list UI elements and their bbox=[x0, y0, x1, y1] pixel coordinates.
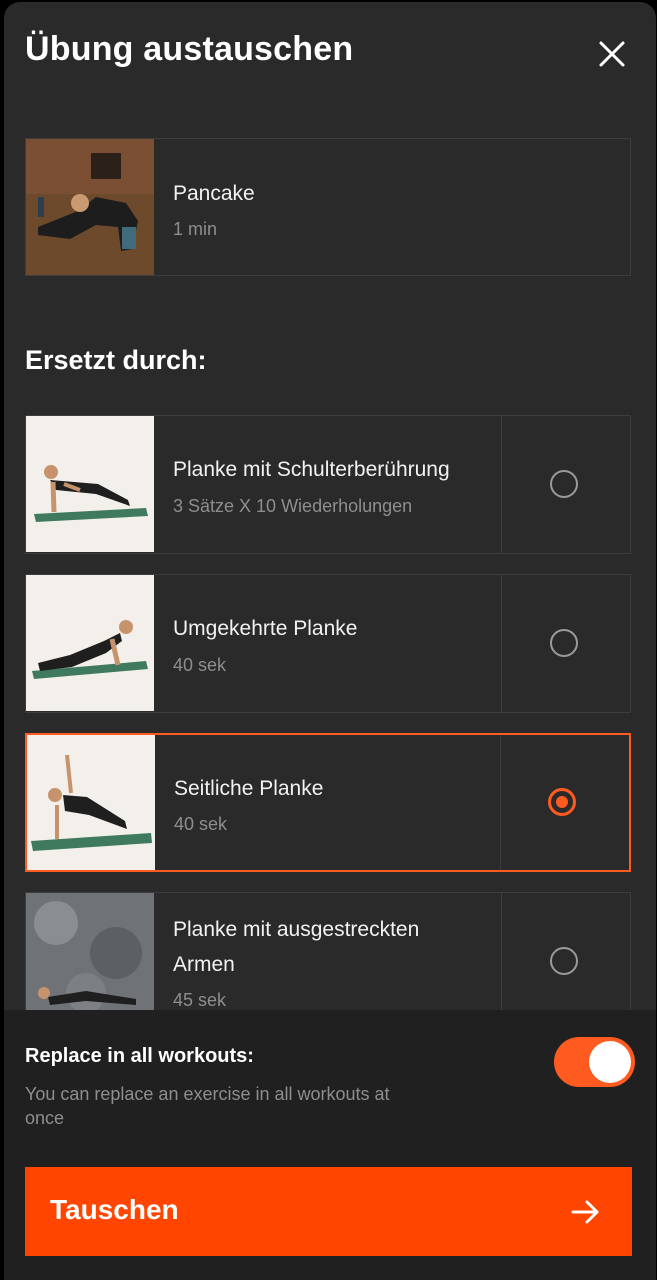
exercise-option-title-line2: Armen bbox=[173, 953, 235, 976]
exercise-option-title: Planke mit ausgestreckten bbox=[173, 918, 420, 941]
radio-cell bbox=[501, 416, 630, 553]
bottom-panel: Replace in all workouts: You can replace… bbox=[4, 1010, 656, 1280]
radio-button[interactable] bbox=[550, 629, 578, 657]
replace-all-toggle[interactable] bbox=[554, 1037, 635, 1087]
exercise-option[interactable]: Umgekehrte Planke 40 sek bbox=[25, 574, 631, 713]
exercise-option-title: Planke mit Schulterberührung bbox=[173, 458, 450, 481]
exercise-option-detail: 3 Sätze X 10 Wiederholungen bbox=[173, 496, 413, 516]
exercise-thumbnail bbox=[26, 575, 154, 711]
exercise-option-title: Umgekehrte Planke bbox=[173, 617, 358, 640]
radio-button-checked[interactable] bbox=[548, 788, 576, 816]
arrow-right-icon bbox=[571, 1200, 599, 1224]
exercise-option-detail: 45 sek bbox=[173, 990, 227, 1010]
exercise-option-title: Seitliche Planke bbox=[174, 777, 324, 800]
replace-all-title: Replace in all workouts: bbox=[25, 1045, 254, 1067]
exercise-option[interactable]: Planke mit Schulterberührung 3 Sätze X 1… bbox=[25, 415, 631, 554]
radio-cell bbox=[501, 575, 630, 712]
sheet-title: Übung austauschen bbox=[25, 30, 354, 68]
radio-button[interactable] bbox=[550, 470, 578, 498]
close-icon[interactable] bbox=[592, 34, 632, 74]
toggle-knob bbox=[589, 1041, 631, 1083]
radio-cell bbox=[500, 735, 629, 870]
exercise-option-detail: 40 sek bbox=[173, 655, 227, 675]
swap-button[interactable]: Tauschen bbox=[25, 1167, 632, 1256]
exercise-thumbnail bbox=[26, 139, 154, 275]
close-button[interactable] bbox=[592, 34, 632, 74]
replace-all-description: You can replace an exercise in all worko… bbox=[25, 1084, 390, 1128]
radio-button[interactable] bbox=[550, 947, 578, 975]
exercise-thumbnail bbox=[26, 893, 154, 1029]
replacement-heading: Ersetzt durch: bbox=[25, 345, 207, 375]
current-exercise-duration: 1 min bbox=[173, 219, 218, 239]
exercise-option-selected[interactable]: Seitliche Planke 40 sek bbox=[25, 733, 631, 872]
exercise-option-detail: 40 sek bbox=[174, 814, 228, 834]
swap-exercise-sheet: Übung austauschen Pancake 1 min Ersetzt … bbox=[4, 2, 656, 1280]
exercise-thumbnail bbox=[26, 416, 154, 552]
current-exercise-card: Pancake 1 min bbox=[25, 138, 631, 276]
swap-button-label: Tauschen bbox=[50, 1194, 179, 1225]
exercise-thumbnail bbox=[27, 735, 155, 871]
current-exercise-title: Pancake bbox=[173, 182, 255, 205]
